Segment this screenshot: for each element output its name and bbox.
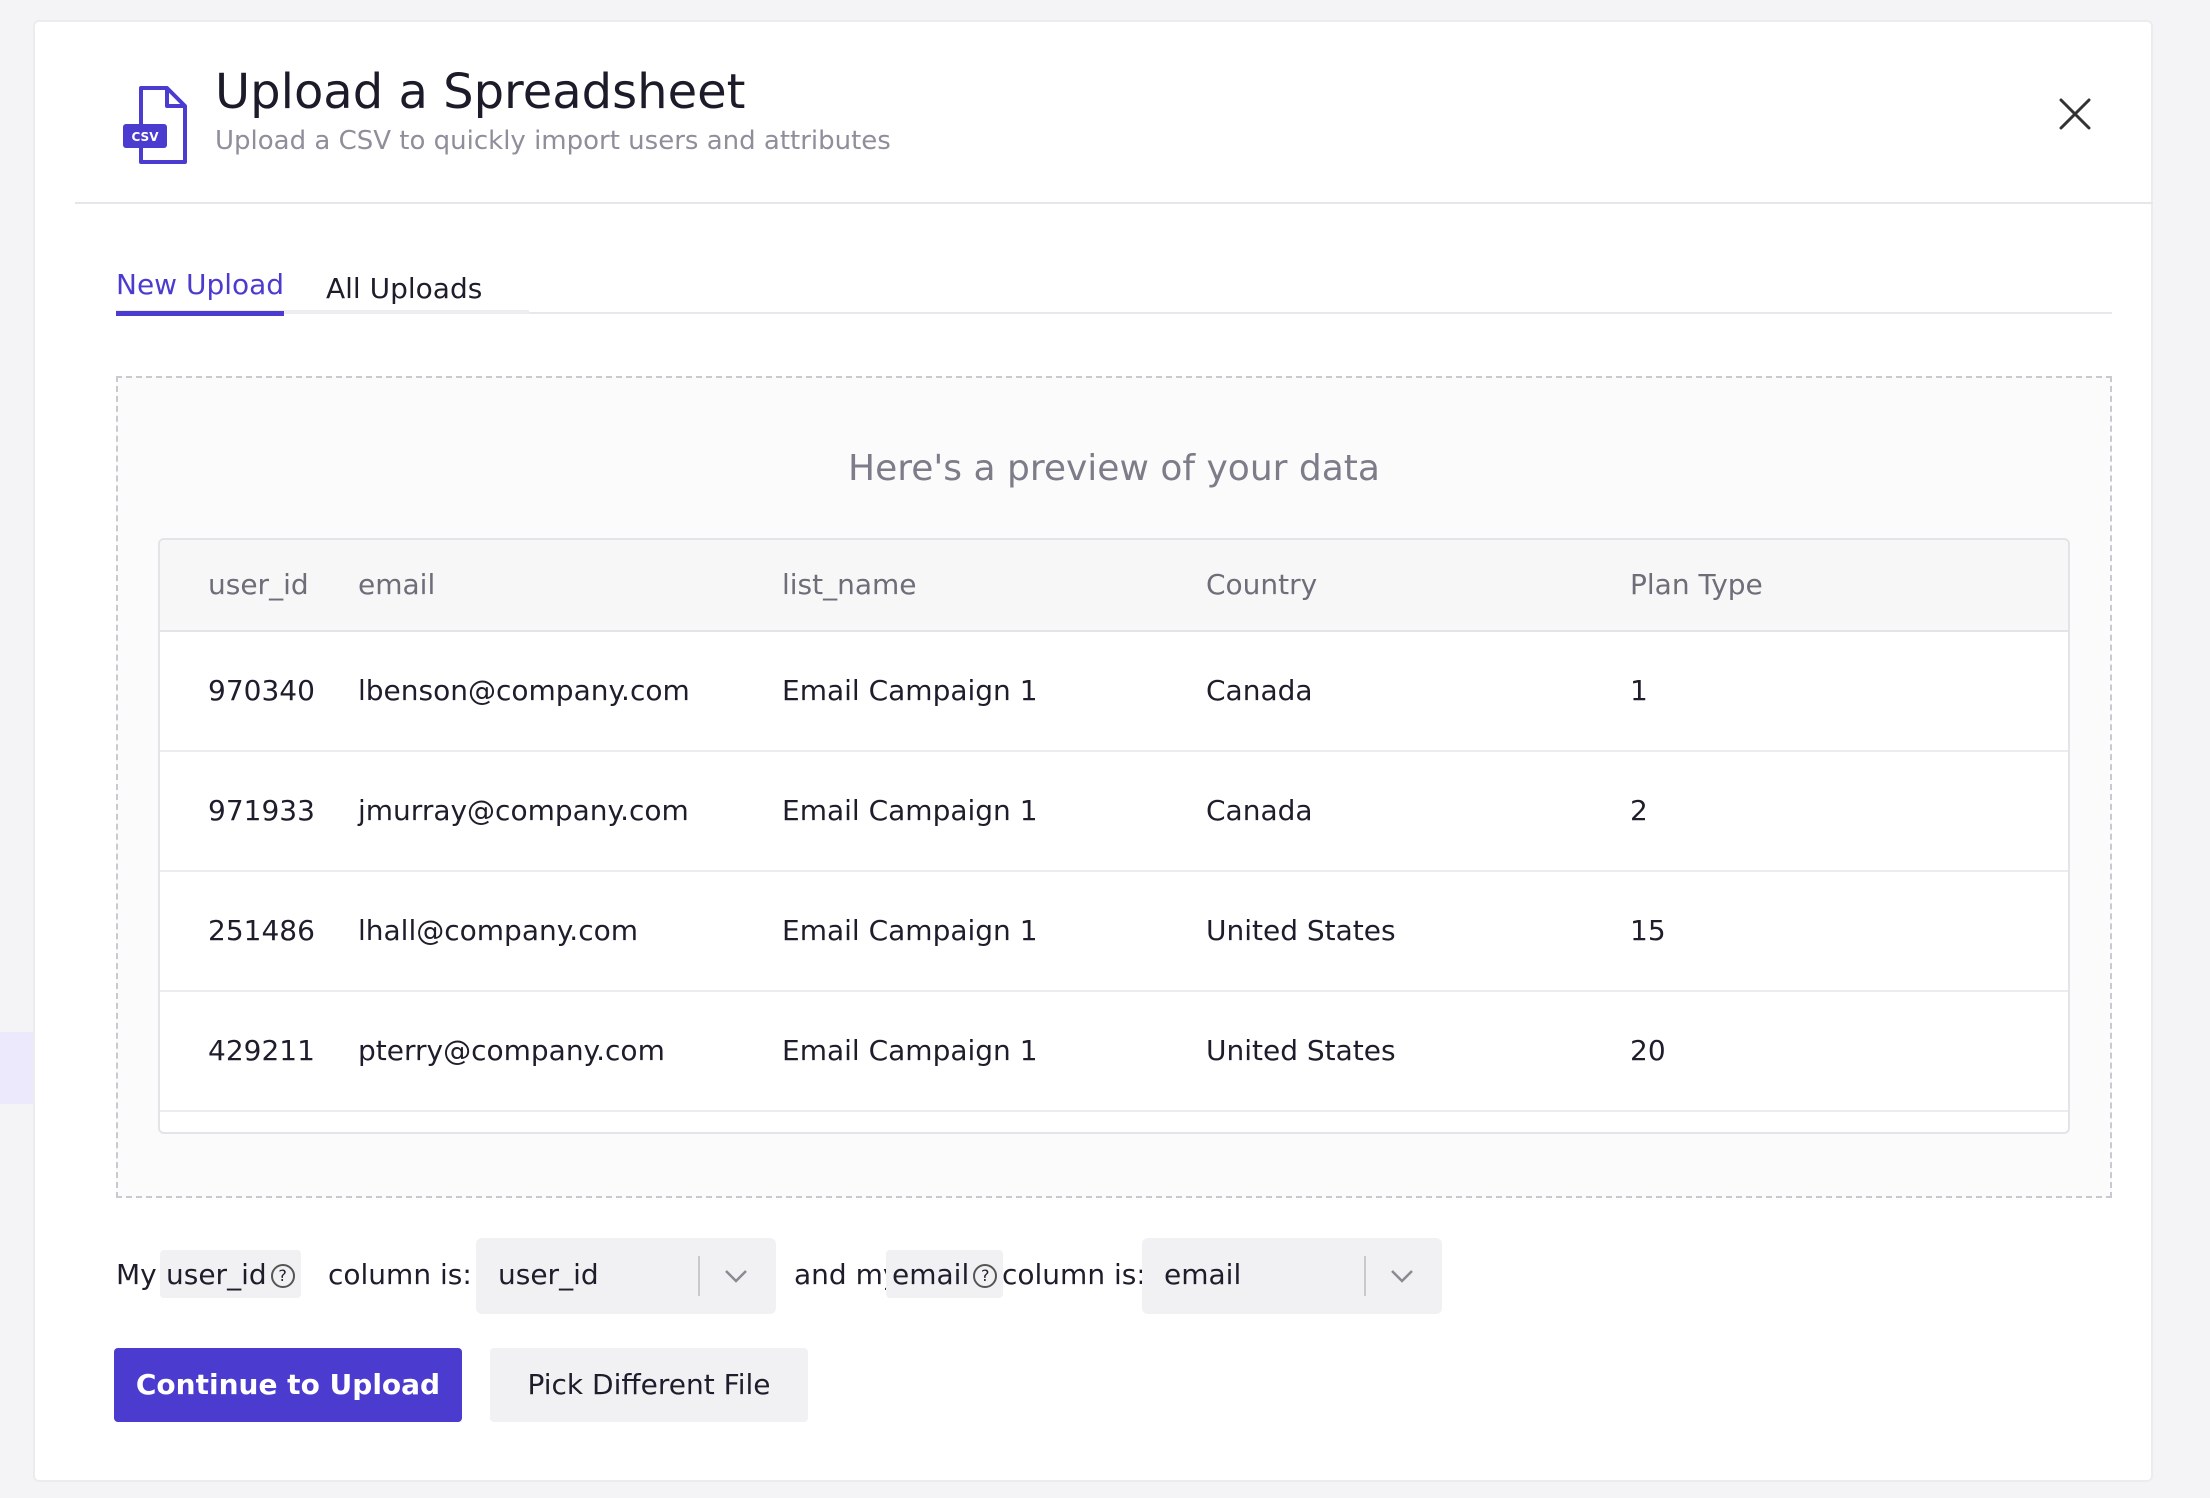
tab-new-upload[interactable]: New Upload: [116, 262, 285, 316]
mapping-prefix: My: [116, 1258, 157, 1291]
upload-spreadsheet-modal: CSV Upload a Spreadsheet Upload a CSV to…: [33, 20, 2153, 1482]
table-cell: 251486: [208, 914, 315, 947]
help-icon[interactable]: ?: [270, 1264, 295, 1288]
chevron-down-icon: [1391, 1270, 1413, 1283]
table-cell: Email Campaign 1: [782, 1034, 1038, 1067]
continue-to-upload-button[interactable]: Continue to Upload: [114, 1348, 462, 1422]
data-preview-box: Here's a preview of your data user_id em…: [116, 376, 2112, 1198]
column-header: user_id: [208, 568, 309, 601]
close-icon[interactable]: [2053, 92, 2097, 136]
modal-title: Upload a Spreadsheet: [215, 64, 746, 120]
table-cell: jmurray@company.com: [358, 794, 689, 827]
csv-file-icon: CSV: [123, 86, 187, 164]
preview-table[interactable]: user_id email list_name Country Plan Typ…: [158, 538, 2070, 1134]
email-chip-label: email: [892, 1258, 970, 1291]
mapping-and-my: and my: [794, 1258, 900, 1291]
table-row: 970340 lbenson@company.com Email Campaig…: [160, 632, 2068, 752]
pick-different-file-button[interactable]: Pick Different File: [490, 1348, 808, 1422]
table-cell: 970340: [208, 674, 315, 707]
table-cell: United States: [1206, 914, 1396, 947]
table-cell: lhall@company.com: [358, 914, 638, 947]
modal-subtitle: Upload a CSV to quickly import users and…: [215, 126, 891, 156]
table-cell: 429211: [208, 1034, 315, 1067]
column-header: list_name: [782, 568, 917, 601]
user-id-column-select[interactable]: user_id: [476, 1238, 776, 1314]
chevron-down-icon: [725, 1270, 747, 1283]
table-cell: Email Campaign 1: [782, 794, 1038, 827]
table-row: 251486 lhall@company.com Email Campaign …: [160, 872, 2068, 992]
column-mapping: My user_id? column is: user_id and my em…: [116, 1238, 1516, 1314]
background-sidebar-highlight: [0, 1032, 34, 1104]
table-cell: lbenson@company.com: [358, 674, 690, 707]
table-cell: 2: [1630, 794, 1648, 827]
user-id-select-value: user_id: [498, 1258, 599, 1291]
mapping-column-is-1: column is:: [328, 1258, 472, 1291]
email-chip: email?: [886, 1250, 1004, 1298]
user-id-chip-label: user_id: [166, 1258, 267, 1291]
select-divider: [1364, 1256, 1366, 1296]
table-row: 971933 jmurray@company.com Email Campaig…: [160, 752, 2068, 872]
table-cell: pterry@company.com: [358, 1034, 665, 1067]
table-cell: United States: [1206, 1034, 1396, 1067]
table-cell: 1: [1630, 674, 1648, 707]
table-row: 429211 pterry@company.com Email Campaign…: [160, 992, 2068, 1112]
email-select-value: email: [1164, 1258, 1242, 1291]
preview-title: Here's a preview of your data: [848, 448, 1380, 489]
table-cell: Email Campaign 1: [782, 674, 1038, 707]
help-icon[interactable]: ?: [973, 1264, 998, 1288]
column-header: email: [358, 568, 436, 601]
tab-all-uploads[interactable]: All Uploads: [326, 262, 482, 314]
table-cell: Email Campaign 1: [782, 914, 1038, 947]
column-header: Plan Type: [1630, 568, 1763, 601]
table-cell: Canada: [1206, 794, 1313, 827]
table-header: user_id email list_name Country Plan Typ…: [160, 540, 2068, 632]
upload-tabs: New Upload All Uploads: [116, 262, 2112, 316]
user-id-chip: user_id?: [160, 1250, 301, 1298]
email-column-select[interactable]: email: [1142, 1238, 1442, 1314]
table-cell: Canada: [1206, 674, 1313, 707]
table-cell: 15: [1630, 914, 1666, 947]
csv-icon-label: CSV: [132, 130, 160, 144]
select-divider: [698, 1256, 700, 1296]
table-cell: 971933: [208, 794, 315, 827]
column-header: Country: [1206, 568, 1318, 601]
table-cell: 20: [1630, 1034, 1666, 1067]
mapping-column-is-2: column is:: [1002, 1258, 1146, 1291]
